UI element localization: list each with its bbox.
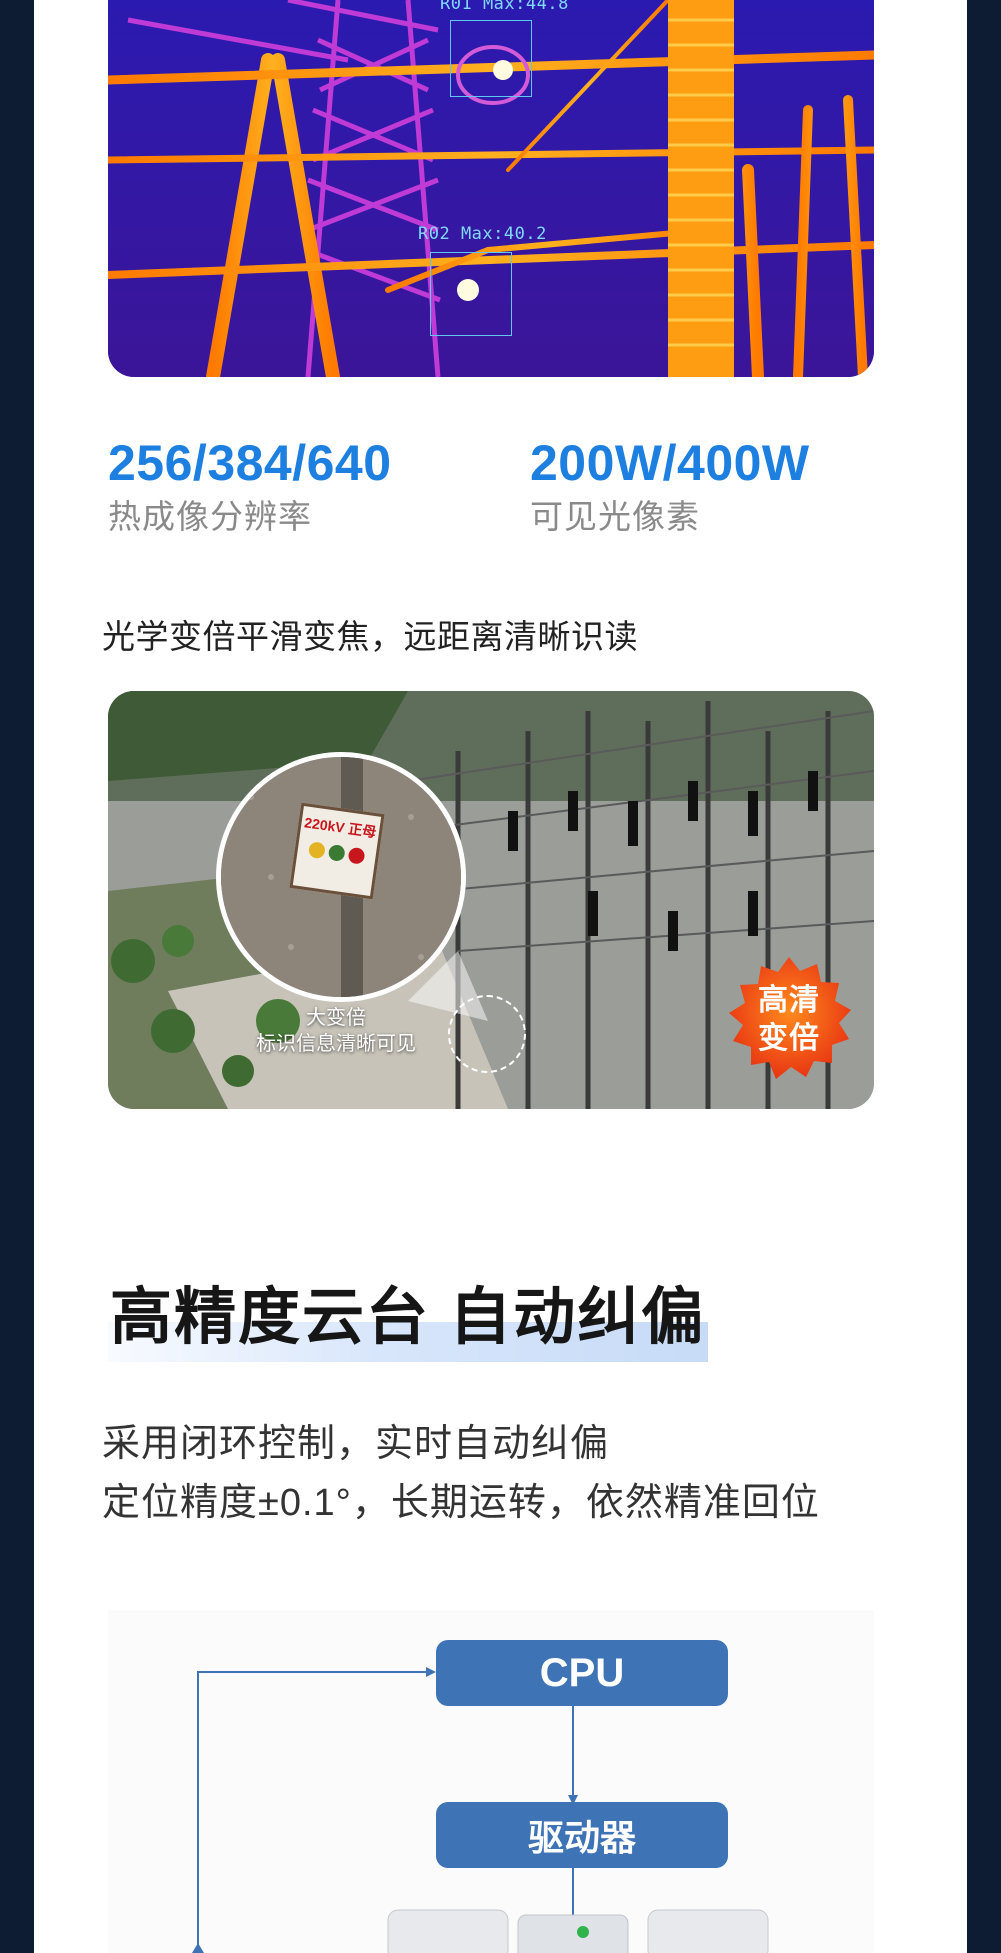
roi1-label: R01 Max:44.8 xyxy=(440,0,569,14)
stat-value: 200W/400W xyxy=(530,435,810,491)
badge-line1: 高清 xyxy=(758,984,820,1017)
zoom-caption-line1: 大变倍 xyxy=(306,1007,366,1029)
section-title: 高精度云台 自动纠偏 xyxy=(110,1283,706,1352)
sign-board: 220kV 正母 xyxy=(289,802,385,900)
roi2-box xyxy=(430,252,512,336)
control-flow-diagram: CPU 驱动器 xyxy=(108,1610,874,1953)
desc-line1: 采用闭环控制，实时自动纠偏 xyxy=(102,1423,610,1465)
zoom-source-circle xyxy=(448,995,526,1073)
driver-box: 驱动器 xyxy=(436,1802,728,1868)
sign-text: 220kV 正母 xyxy=(303,814,378,841)
cpu-box: CPU xyxy=(436,1640,728,1706)
zoom-caption-heading: 光学变倍平滑变焦，远距离清晰识读 xyxy=(102,618,638,655)
badge-text: 高清 变倍 xyxy=(724,982,854,1058)
stat-thermal-resolution: 256/384/640 热成像分辨率 xyxy=(108,438,392,533)
stat-visible-pixels: 200W/400W 可见光像素 xyxy=(530,438,810,533)
sign-phase-markers xyxy=(297,840,377,870)
roi1-box xyxy=(450,20,532,97)
stat-value: 256/384/640 xyxy=(108,435,392,491)
desc-line2: 定位精度±0.1°，长期运转，依然精准回位 xyxy=(102,1482,820,1524)
stat-label: 可见光像素 xyxy=(530,498,700,535)
roi2-label: R02 Max:40.2 xyxy=(418,224,547,244)
badge-line2: 变倍 xyxy=(758,1022,820,1055)
stat-label: 热成像分辨率 xyxy=(108,498,312,535)
zoom-image-caption: 大变倍 标识信息清晰可见 xyxy=(246,1005,426,1057)
zoom-caption-line2: 标识信息清晰可见 xyxy=(256,1033,416,1055)
